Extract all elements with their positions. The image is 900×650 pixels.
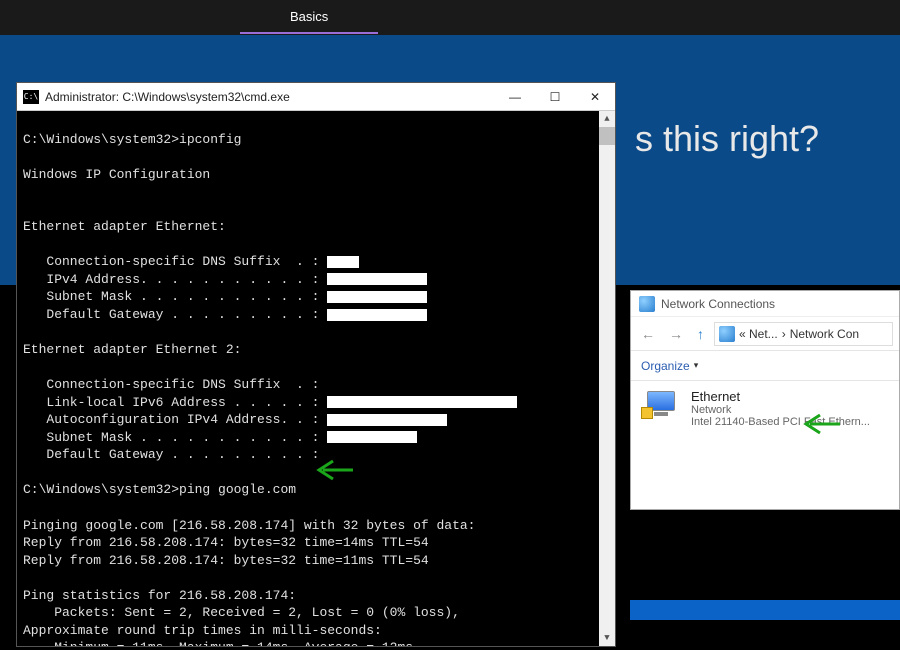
chevron-down-icon[interactable]: ▾ (694, 360, 699, 371)
network-connections-window: Network Connections ← → ↑ « Net... › Net… (630, 290, 900, 510)
cmd-icon: C:\ (23, 90, 39, 104)
net-title: Network Connections (661, 297, 775, 311)
close-button[interactable]: ✕ (575, 83, 615, 111)
cmd-output[interactable]: C:\Windows\system32>ipconfig Windows IP … (17, 111, 615, 646)
cmd-titlebar[interactable]: C:\ Administrator: C:\Windows\system32\c… (17, 83, 615, 111)
cmd-line: Ethernet adapter Ethernet: (23, 219, 226, 234)
cmd-line: Ethernet adapter Ethernet 2: (23, 342, 241, 357)
adapter-name: Ethernet (691, 389, 870, 404)
organize-menu[interactable]: Organize (641, 359, 690, 373)
cmd-line: Subnet Mask . . . . . . . . . . . : (23, 289, 327, 304)
cmd-title: Administrator: C:\Windows\system32\cmd.e… (45, 90, 495, 104)
setup-backdrop-lower (630, 600, 900, 620)
net-titlebar[interactable]: Network Connections (631, 291, 899, 317)
setup-heading: s this right? (635, 118, 819, 160)
adapter-description: Intel 21140-Based PCI Fast Ethern... (691, 416, 870, 428)
cmd-line: Windows IP Configuration (23, 167, 210, 182)
cmd-scrollbar[interactable]: ▲ ▼ (599, 111, 615, 646)
maximize-button[interactable]: ☐ (535, 83, 575, 111)
nav-forward-icon[interactable]: → (665, 324, 687, 344)
cmd-line: Default Gateway . . . . . . . . . : (23, 447, 319, 462)
minimize-button[interactable]: — (495, 83, 535, 111)
redacted-value (327, 396, 517, 408)
breadcrumb-part[interactable]: Network Con (790, 327, 859, 341)
cmd-line: C:\Windows\system32>ipconfig (23, 132, 241, 147)
cmd-line: Connection-specific DNS Suffix . : (23, 377, 319, 392)
cmd-line: Connection-specific DNS Suffix . : (23, 254, 327, 269)
tab-basics[interactable]: Basics (240, 1, 378, 34)
cmd-line: Reply from 216.58.208.174: bytes=32 time… (23, 535, 429, 550)
redacted-value (327, 309, 427, 321)
redacted-value (327, 431, 417, 443)
app-top-bar: Basics (0, 0, 900, 35)
redacted-value (327, 414, 447, 426)
net-body: Ethernet Network Intel 21140-Based PCI F… (631, 381, 899, 509)
ethernet-adapter-icon[interactable] (641, 389, 681, 425)
adapter-status: Network (691, 404, 870, 416)
cmd-line: Default Gateway . . . . . . . . . : (23, 307, 327, 322)
cmd-line: Pinging google.com [216.58.208.174] with… (23, 518, 475, 533)
cmd-line: Packets: Sent = 2, Received = 2, Lost = … (23, 605, 460, 620)
cmd-line: IPv4 Address. . . . . . . . . . . : (23, 272, 327, 287)
nav-back-icon[interactable]: ← (637, 324, 659, 344)
nav-up-icon[interactable]: ↑ (693, 324, 708, 344)
cmd-line: Ping statistics for 216.58.208.174: (23, 588, 296, 603)
net-toolbar: Organize ▾ (631, 351, 899, 381)
cmd-line: Link-local IPv6 Address . . . . . : (23, 395, 327, 410)
scroll-down-icon[interactable]: ▼ (599, 630, 615, 646)
scroll-thumb[interactable] (599, 127, 615, 145)
network-icon (639, 296, 655, 312)
scroll-up-icon[interactable]: ▲ (599, 111, 615, 127)
cmd-line: Minimum = 11ms, Maximum = 14ms, Average … (23, 640, 413, 646)
breadcrumb[interactable]: « Net... › Network Con (714, 322, 893, 346)
cmd-line: Subnet Mask . . . . . . . . . . . : (23, 430, 327, 445)
breadcrumb-icon (719, 326, 735, 342)
cmd-line: Reply from 216.58.208.174: bytes=32 time… (23, 553, 429, 568)
cmd-line: Autoconfiguration IPv4 Address. . : (23, 412, 327, 427)
redacted-value (327, 256, 359, 268)
ethernet-adapter-item[interactable]: Ethernet Network Intel 21140-Based PCI F… (691, 389, 870, 501)
chevron-right-icon: › (782, 327, 786, 341)
redacted-value (327, 273, 427, 285)
cmd-line: C:\Windows\system32>ping google.com (23, 482, 296, 497)
redacted-value (327, 291, 427, 303)
net-navbar: ← → ↑ « Net... › Network Con (631, 317, 899, 351)
breadcrumb-part[interactable]: « Net... (739, 327, 778, 341)
cmd-window: C:\ Administrator: C:\Windows\system32\c… (16, 82, 616, 647)
cmd-line: Approximate round trip times in milli-se… (23, 623, 382, 638)
